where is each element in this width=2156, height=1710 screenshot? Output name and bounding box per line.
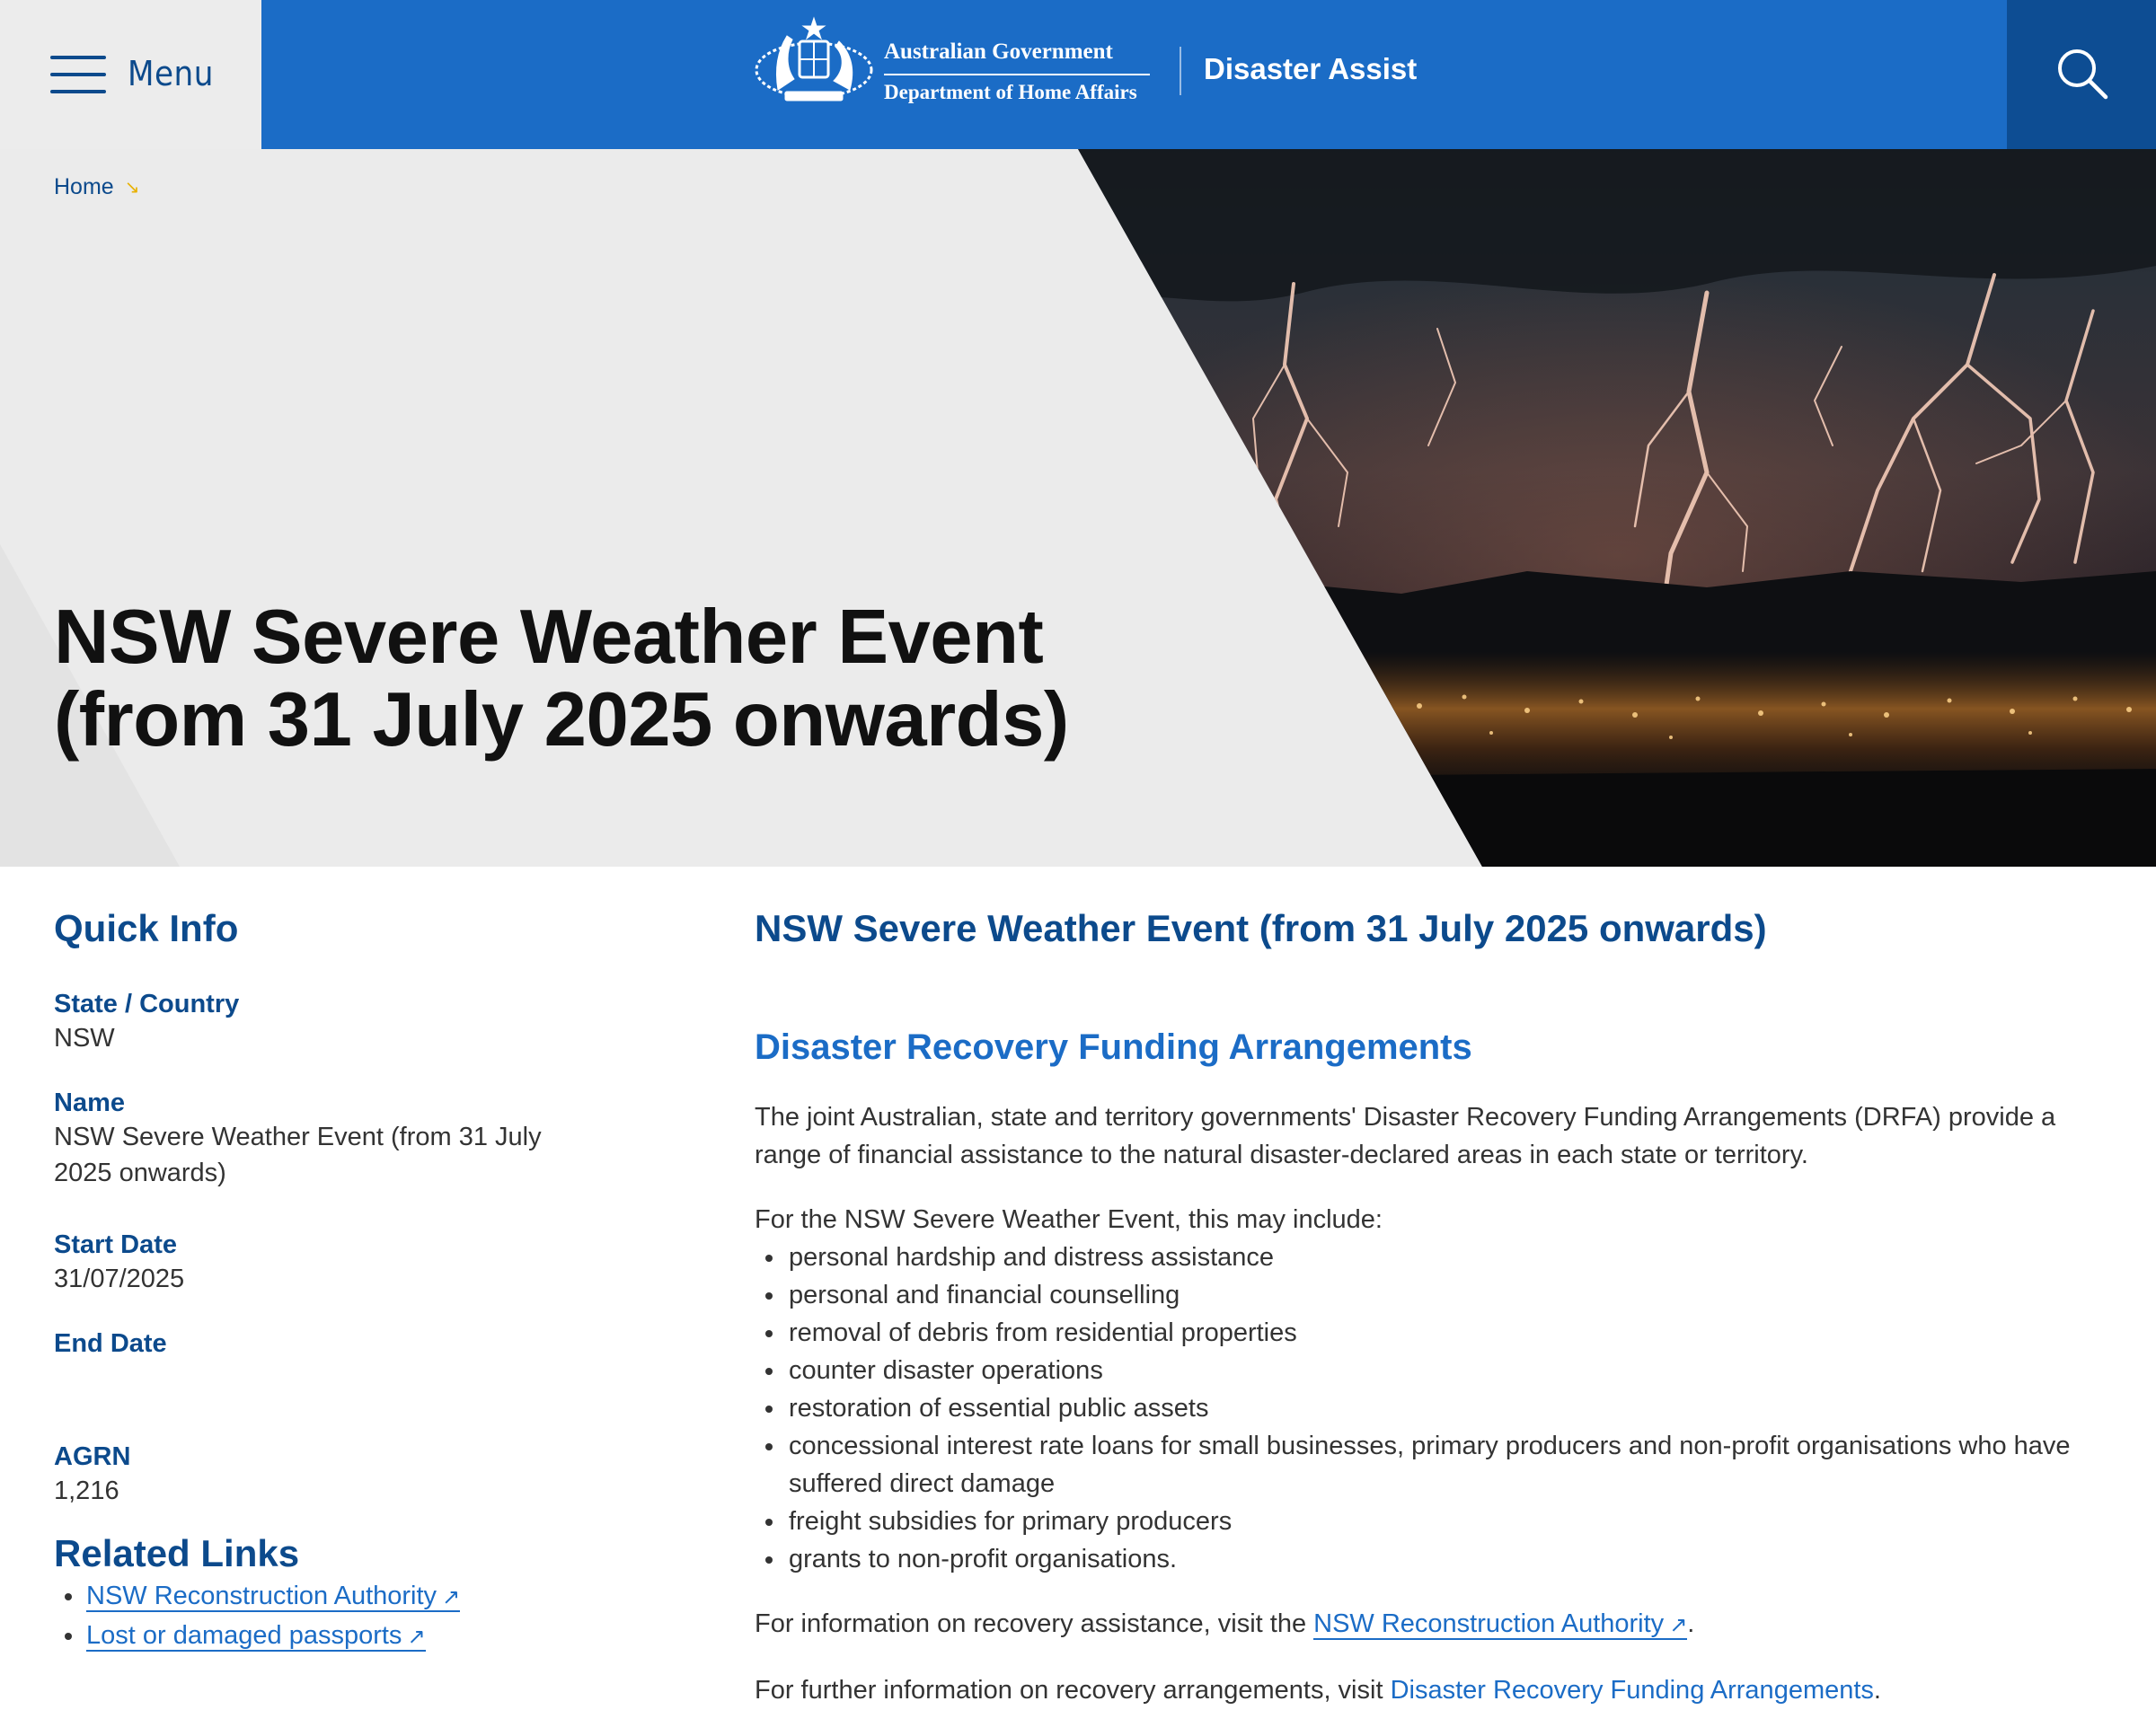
header-divider — [1180, 47, 1181, 95]
quick-info-title: Quick Info — [54, 907, 239, 949]
page-title-line-2: (from 31 July 2025 onwards) — [54, 677, 1069, 762]
list-item: personal hardship and distress assistanc… — [755, 1238, 2102, 1276]
further-info-text: For further information on recovery arra… — [755, 1671, 2102, 1709]
info-value: NSW Severe Weather Event (from 31 July 2… — [54, 1123, 542, 1187]
assistance-intro: For the NSW Severe Weather Event, this m… — [755, 1205, 1383, 1234]
section-title: Disaster Recovery Funding Arrangements — [755, 1027, 1472, 1067]
list-item: concessional interest rate loans for sma… — [755, 1427, 2102, 1503]
assistance-list: personal hardship and distress assistanc… — [755, 1238, 2102, 1578]
info-value: 1,216 — [54, 1476, 119, 1505]
list-item: restoration of essential public assets — [755, 1389, 2102, 1427]
info-label: AGRN — [54, 1442, 131, 1471]
link-label: NSW Reconstruction Authority — [1313, 1609, 1665, 1638]
list-item: grants to non-profit organisations. — [755, 1540, 2102, 1578]
related-links-list: NSW Reconstruction Authority ↗ Lost or da… — [54, 1577, 593, 1656]
info-start-date: Start Date 31/07/2025 — [54, 1229, 593, 1297]
main-content: NSW Severe Weather Event (from 31 July 2… — [755, 907, 2102, 1710]
link-label: NSW Reconstruction Authority — [86, 1582, 437, 1610]
menu-button[interactable]: Menu — [128, 54, 214, 93]
department-name: Department of Home Affairs — [884, 81, 1137, 103]
info-label: State / Country — [54, 990, 240, 1018]
related-links-title: Related Links — [54, 1532, 300, 1574]
list-item: NSW Reconstruction Authority ↗ — [54, 1577, 593, 1617]
list-item: Lost or damaged passports ↗ — [54, 1617, 593, 1656]
text-prefix: For further information on recovery arra… — [755, 1676, 1391, 1705]
info-value — [54, 1360, 593, 1410]
related-link-nsw-reconstruction[interactable]: NSW Reconstruction Authority ↗ — [86, 1582, 461, 1612]
site-header: Menu Australian Government Department of… — [0, 0, 2156, 149]
list-item: removal of debris from residential prope… — [755, 1314, 2102, 1352]
related-link-lost-passports[interactable]: Lost or damaged passports ↗ — [86, 1621, 426, 1652]
quick-info-sidebar: Quick Info State / Country NSW Name NSW … — [54, 907, 593, 1656]
breadcrumb-home-link[interactable]: Home — [54, 174, 114, 200]
info-end-date: End Date — [54, 1327, 593, 1410]
external-link-icon: ↗ — [407, 1625, 426, 1649]
page-title-line-1: NSW Severe Weather Event — [54, 595, 1044, 680]
info-label: Name — [54, 1089, 125, 1117]
search-button[interactable] — [2007, 0, 2156, 149]
menu-area: Menu — [0, 0, 261, 149]
external-link-icon: ↗ — [1669, 1613, 1688, 1637]
recovery-assistance-text: For information on recovery assistance, … — [755, 1605, 2102, 1644]
info-value: NSW — [54, 1024, 115, 1053]
text-prefix: For information on recovery assistance, … — [755, 1609, 1314, 1638]
coat-of-arms-icon — [755, 16, 873, 101]
breadcrumb: Home ↘ — [54, 174, 139, 200]
drfa-link[interactable]: Disaster Recovery Funding Arrangements — [1391, 1676, 1874, 1705]
drfa-description: The joint Australian, state and territor… — [755, 1103, 2056, 1169]
text-suffix: . — [1687, 1609, 1695, 1638]
page-title: NSW Severe Weather Event (from 31 July 2… — [54, 596, 1132, 762]
list-item: personal and financial counselling — [755, 1276, 2102, 1314]
logo-divider — [884, 74, 1150, 75]
nsw-reconstruction-link[interactable]: NSW Reconstruction Authority ↗ — [1313, 1609, 1688, 1640]
info-value: 31/07/2025 — [54, 1265, 185, 1293]
site-title[interactable]: Disaster Assist — [1204, 52, 1417, 86]
list-item: counter disaster operations — [755, 1352, 2102, 1389]
info-state: State / Country NSW — [54, 988, 593, 1056]
info-agrn: AGRN 1,216 — [54, 1441, 593, 1509]
info-label: Start Date — [54, 1230, 177, 1259]
external-link-icon: ↗ — [442, 1585, 461, 1609]
content-title: NSW Severe Weather Event (from 31 July 2… — [755, 907, 1767, 949]
search-icon — [2058, 49, 2108, 100]
info-label: End Date — [54, 1329, 167, 1358]
government-name: Australian Government — [884, 40, 1113, 64]
breadcrumb-arrow-icon: ↘ — [124, 178, 140, 198]
info-name: Name NSW Severe Weather Event (from 31 J… — [54, 1087, 593, 1198]
hamburger-icon[interactable] — [50, 56, 106, 93]
list-item: freight subsidies for primary producers — [755, 1503, 2102, 1540]
link-label: Lost or damaged passports — [86, 1621, 402, 1650]
text-suffix: . — [1873, 1676, 1881, 1705]
hero-banner: Home ↘ NSW Severe Weather Event (from 31… — [0, 149, 2156, 867]
